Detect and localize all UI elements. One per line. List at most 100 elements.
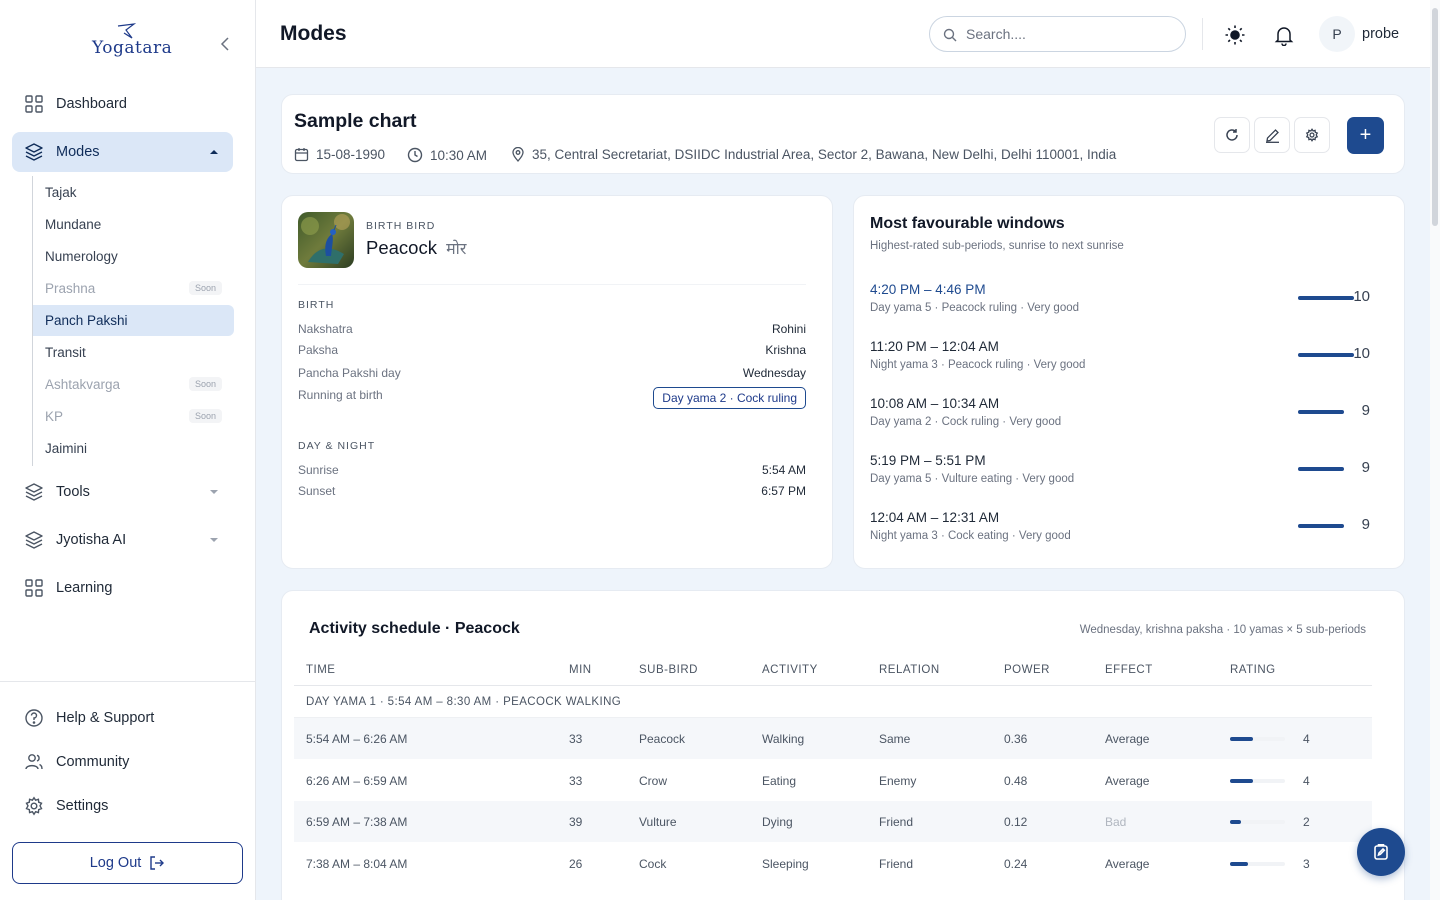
edit-button[interactable]: [1254, 117, 1290, 153]
search-icon: [943, 28, 957, 42]
row-value: Rohini: [771, 322, 806, 336]
nav-label: Tools: [56, 484, 90, 500]
cell-sub-bird: Cock: [639, 856, 667, 871]
app-logo[interactable]: Yogatara: [88, 22, 172, 66]
submenu-transit[interactable]: Transit: [33, 337, 234, 368]
window-item[interactable]: 10:08 AM – 10:34 AM Day yama 2 · Cock rul…: [870, 396, 1390, 436]
cell-rating: 4: [1303, 773, 1310, 788]
theme-toggle-button[interactable]: [1224, 24, 1246, 46]
row-value: 5:54 AM: [761, 463, 806, 477]
window-desc: Day yama 2 · Cock ruling · Very good: [870, 416, 1062, 428]
nav-dashboard[interactable]: Dashboard: [12, 84, 233, 124]
clipboard-edit-icon: [1374, 844, 1388, 860]
row-key: Nakshatra: [298, 322, 353, 336]
activity-schedule-card: Activity schedule · Peacock Wednesday, k…: [281, 590, 1405, 900]
col-relation: RELATION: [879, 664, 940, 676]
sunset-row: Sunset 6:57 PM: [298, 481, 806, 501]
nav-help-support[interactable]: Help & Support: [12, 698, 233, 738]
birth-bird-eyebrow: BIRTH BIRD: [366, 220, 436, 232]
table-row[interactable]: 5:54 AM – 6:26 AM 33 Peacock Walking Same 0.3…: [294, 718, 1372, 759]
soon-badge: Soon: [188, 377, 222, 391]
avatar[interactable]: P: [1319, 16, 1355, 52]
submenu-label: KP: [45, 409, 64, 424]
chart-location: 35, Central Secretariat, DSIIDC Industri…: [511, 147, 1116, 162]
logout-icon: [150, 856, 165, 870]
gear-icon: [1305, 128, 1319, 142]
refresh-button[interactable]: [1214, 117, 1250, 153]
nav-jyotisha-ai[interactable]: Jyotisha AI: [12, 520, 233, 560]
table-row[interactable]: 6:59 AM – 7:38 AM 39 Vulture Dying Friend 0.1…: [294, 801, 1372, 842]
rating-bar-fill: [1230, 737, 1253, 741]
submenu-numerology[interactable]: Numerology: [33, 241, 234, 272]
window-time: 5:19 PM – 5:51 PM: [870, 453, 986, 468]
window-item[interactable]: 4:20 PM – 4:46 PM Day yama 5 · Peacock ru…: [870, 282, 1390, 322]
floating-notes-button[interactable]: [1357, 828, 1405, 876]
page-scrollbar[interactable]: [1430, 0, 1440, 900]
window-score-bar: [1298, 524, 1344, 528]
nav-settings[interactable]: Settings: [12, 786, 233, 826]
window-item[interactable]: 11:20 PM – 12:04 AM Night yama 3 · Peacoc…: [870, 339, 1390, 379]
submenu-jaimini[interactable]: Jaimini: [33, 433, 234, 464]
page-title: Modes: [280, 22, 347, 45]
window-time: 11:20 PM – 12:04 AM: [870, 339, 999, 354]
cell-effect: Average: [1105, 732, 1150, 746]
col-min: MIN: [569, 664, 592, 676]
submenu-label: Jaimini: [45, 441, 88, 456]
cell-activity: Eating: [762, 773, 797, 788]
window-desc: Night yama 3 · Peacock ruling · Very goo…: [870, 359, 1086, 371]
submenu-tajak[interactable]: Tajak: [33, 177, 234, 208]
logout-label: Log Out: [89, 855, 142, 871]
row-key: Sunrise: [298, 463, 339, 477]
logout-button[interactable]: Log Out: [12, 842, 243, 884]
window-desc: Day yama 5 · Vulture eating · Very good: [870, 473, 1075, 485]
search-box[interactable]: [929, 16, 1186, 52]
submenu-label: Transit: [45, 345, 86, 360]
modes-submenu: Tajak Mundane Numerology Prashna Soon Pan…: [32, 176, 234, 466]
submenu-ashtakvarga: Ashtakvarga Soon: [33, 369, 234, 400]
nav-learning[interactable]: Learning: [12, 568, 233, 608]
window-item[interactable]: 12:04 AM – 12:31 AM Night yama 3 · Cock e…: [870, 510, 1390, 550]
nav-modes[interactable]: Modes: [12, 132, 233, 172]
chart-info-card: Sample chart 15-08-1990 10:30 AM 35, Cen…: [281, 94, 1405, 174]
sidebar-divider: [0, 681, 256, 682]
submenu-mundane[interactable]: Mundane: [33, 209, 234, 240]
caret-up-icon: [210, 150, 218, 154]
layers-icon: [25, 483, 43, 501]
row-key: Sunset: [298, 484, 336, 498]
add-chart-button[interactable]: +: [1347, 117, 1384, 154]
rating-bar: [1230, 820, 1285, 824]
username[interactable]: probe: [1362, 26, 1399, 42]
rating-bar: [1230, 778, 1285, 783]
window-time: 12:04 AM – 12:31 AM: [870, 510, 1000, 525]
rating-bar-fill: [1230, 861, 1248, 866]
chart-settings-button[interactable]: [1294, 117, 1330, 153]
clock-icon: [407, 147, 423, 163]
cell-power: 0.24: [1004, 856, 1028, 871]
table-row[interactable]: 7:38 AM – 8:04 AM 26 Cock Sleeping Friend 0.2…: [294, 843, 1372, 884]
submenu-panch-pakshi[interactable]: Panch Pakshi: [33, 305, 234, 336]
nav-community[interactable]: Community: [12, 742, 233, 782]
birth-bird-name: Peacock मोर: [366, 237, 466, 259]
chart-date-value: 15-08-1990: [316, 147, 386, 162]
refresh-icon: [1226, 129, 1238, 141]
table-row[interactable]: 6:26 AM – 6:59 AM 33 Crow Eating Enemy 0.48 Av…: [294, 760, 1372, 801]
bell-icon: [1274, 27, 1294, 46]
nav-label: Jyotisha AI: [56, 532, 127, 548]
window-desc: Day yama 5 · Peacock ruling · Very good: [870, 302, 1080, 314]
notifications-button[interactable]: [1273, 24, 1295, 46]
col-effect: EFFECT: [1105, 664, 1153, 676]
nav-tools[interactable]: Tools: [12, 472, 233, 512]
gear-icon: [25, 796, 43, 816]
submenu-kp: KP Soon: [33, 401, 234, 432]
scrollbar-thumb[interactable]: [1432, 8, 1438, 226]
row-value: Wednesday: [742, 366, 806, 380]
top-header: Modes P probe: [256, 0, 1430, 68]
collapse-sidebar-button[interactable]: [216, 34, 234, 54]
running-at-birth-badge: Day yama 2 · Cock ruling: [653, 387, 806, 409]
window-item[interactable]: 5:19 PM – 5:51 PM Day yama 5 · Vulture ea…: [870, 453, 1390, 493]
search-input[interactable]: [966, 26, 1166, 42]
birth-row-running: Running at birth Day yama 2 · Cock ruling: [298, 387, 806, 409]
day-night-heading: DAY & NIGHT: [298, 440, 376, 452]
cell-time: 6:26 AM – 6:59 AM: [306, 773, 408, 788]
chart-title: Sample chart: [294, 110, 417, 132]
